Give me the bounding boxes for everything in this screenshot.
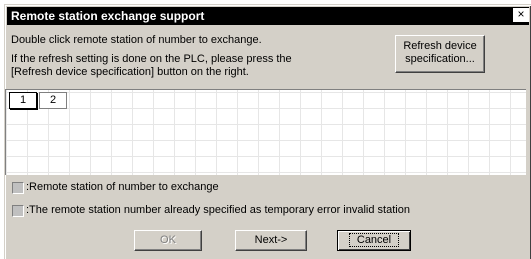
cancel-button[interactable]: Cancel (337, 230, 411, 251)
station-cell-1[interactable]: 1 (9, 92, 37, 109)
close-icon[interactable]: × (513, 8, 529, 22)
instruction-line-1: Double click remote station of number to… (11, 34, 262, 46)
refresh-device-specification-button[interactable]: Refresh device specification... (395, 35, 485, 73)
ok-button[interactable]: OK (134, 230, 202, 251)
legend-swatch-error-invalid (12, 205, 24, 217)
legend-exchange-label: :Remote station of number to exchange (26, 181, 219, 193)
legend-error-invalid-label: :The remote station number already speci… (26, 204, 410, 216)
instruction-line-3: [Refresh device specification] button on… (11, 66, 249, 78)
legend-swatch-exchange (12, 182, 24, 194)
station-grid[interactable]: 1 2 (5, 89, 526, 175)
title-bar: Remote station exchange support × (7, 7, 529, 25)
station-cell-2[interactable]: 2 (39, 92, 67, 109)
instruction-line-2: If the refresh setting is done on the PL… (11, 53, 292, 65)
next-button[interactable]: Next-> (235, 230, 307, 251)
cancel-button-label: Cancel (348, 233, 400, 247)
refresh-button-label-line-1: Refresh device (403, 40, 477, 52)
refresh-button-label-line-2: specification... (405, 53, 475, 65)
window-title: Remote station exchange support (11, 9, 205, 23)
